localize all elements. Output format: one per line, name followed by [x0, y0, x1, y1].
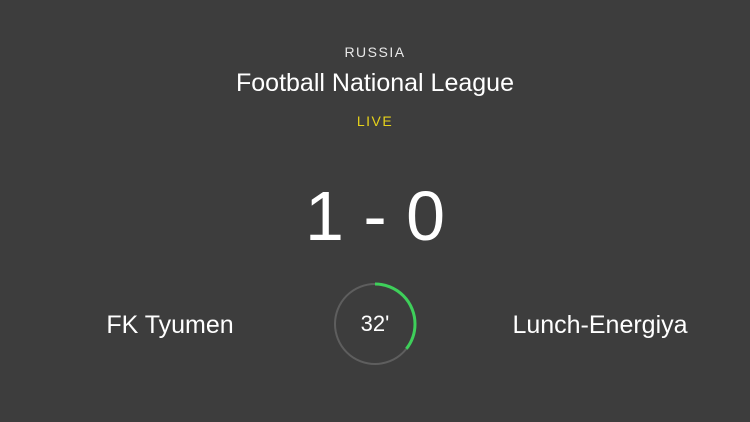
live-status: LIVE — [356, 113, 394, 129]
away-team-name: Lunch-Energiya — [512, 311, 688, 339]
home-team-name: FK Tyumen — [106, 311, 234, 339]
match-score: 1 - 0 — [304, 177, 446, 255]
match-minute: 32' — [360, 311, 390, 336]
scoreboard: RUSSIA Football National League LIVE 1 -… — [0, 0, 750, 422]
match-clock: 32' — [333, 282, 417, 366]
country-label: RUSSIA — [344, 44, 406, 60]
league-title: Football National League — [236, 69, 514, 97]
